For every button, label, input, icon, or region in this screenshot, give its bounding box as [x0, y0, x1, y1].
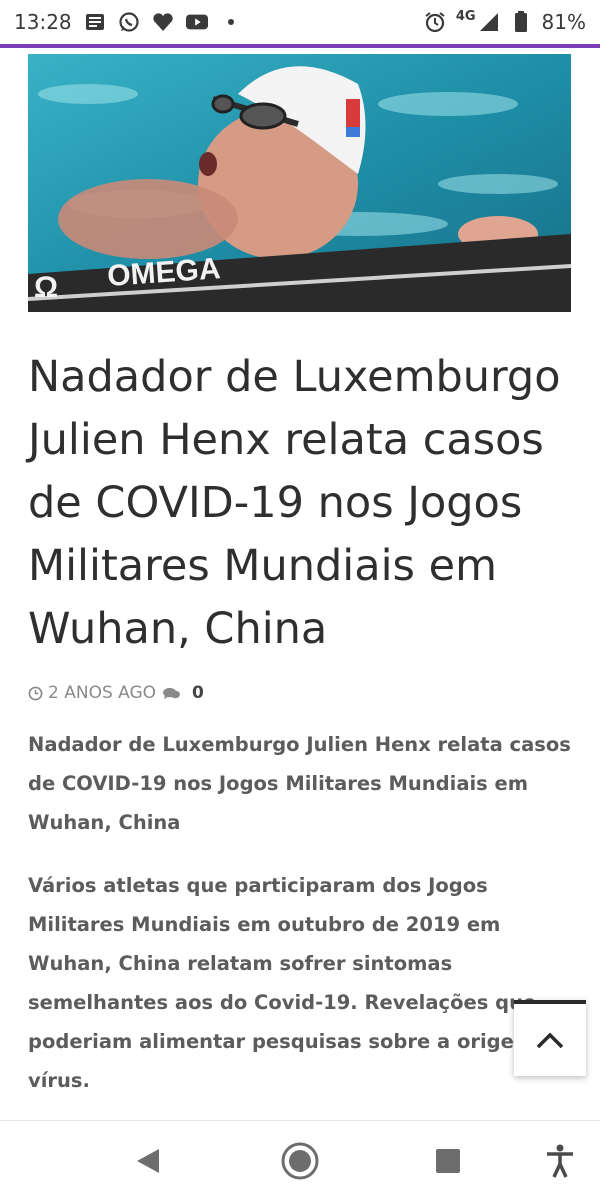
- post-date: 2 ANOS AGO: [48, 683, 157, 703]
- system-nav-bar: [0, 1120, 600, 1201]
- dot-icon: [220, 11, 242, 33]
- whatsapp-icon: [118, 11, 140, 33]
- signal-icon: [478, 11, 500, 33]
- home-icon: [281, 1142, 319, 1180]
- battery-icon: [510, 11, 532, 33]
- hero-image[interactable]: Ω OMEGA: [28, 54, 571, 312]
- recents-icon: [436, 1149, 460, 1173]
- news-icon: [84, 11, 106, 33]
- accessibility-icon: [547, 1144, 573, 1178]
- comment-count[interactable]: 0: [192, 683, 204, 703]
- heart-icon: [152, 11, 174, 33]
- status-left: 13:28: [14, 10, 242, 34]
- youtube-icon: [185, 11, 208, 33]
- battery-level: 81%: [541, 10, 586, 34]
- recents-button[interactable]: [428, 1141, 468, 1181]
- back-icon: [137, 1149, 159, 1173]
- article-title: Nadador de Luxemburgo Julien Henx relata…: [28, 352, 561, 654]
- back-to-top-button[interactable]: [514, 1000, 586, 1076]
- comments-icon[interactable]: [162, 686, 181, 701]
- article-paragraph: Vários atletas que participaram dos Jogo…: [28, 874, 569, 1092]
- home-button[interactable]: [280, 1141, 320, 1181]
- article: Nadador de Luxemburgo Julien Henx relata…: [28, 346, 573, 1100]
- clock-icon: [28, 686, 43, 700]
- chevron-up-icon: [536, 1032, 564, 1049]
- status-right: 4G 81%: [424, 8, 586, 34]
- alarm-icon: [424, 11, 446, 33]
- back-button[interactable]: [128, 1141, 168, 1181]
- accessibility-button[interactable]: [540, 1141, 580, 1181]
- article-meta: 2 ANOS AGO 0: [28, 683, 573, 703]
- status-bar: 13:28 4G 81%: [0, 0, 600, 44]
- clock: 13:28: [14, 10, 72, 34]
- network-type: 4G: [455, 8, 476, 24]
- svg-text:Ω: Ω: [34, 271, 58, 304]
- article-lead: Nadador de Luxemburgo Julien Henx relata…: [28, 733, 571, 834]
- article-page[interactable]: Ω OMEGA Nadador de Luxemburgo Julien Hen…: [0, 48, 600, 1120]
